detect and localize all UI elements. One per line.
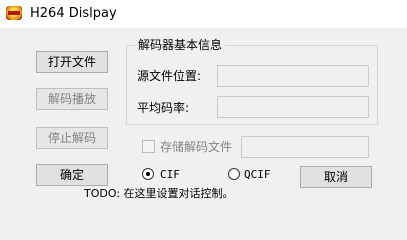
store-decoded-file-checkbox[interactable] (142, 140, 155, 153)
dialog-window: H264 Dislpay 打开文件 解码播放 停止解码 确定 解码器基本信息 源… (0, 0, 407, 220)
title-bar[interactable]: H264 Dislpay (0, 0, 407, 28)
avg-bitrate-field[interactable] (217, 96, 369, 118)
source-position-field[interactable] (217, 65, 369, 87)
decode-play-button[interactable]: 解码播放 (36, 88, 108, 110)
cancel-button[interactable]: 取消 (300, 166, 372, 188)
todo-text: TODO: 在这里设置对话控制。 (84, 187, 234, 200)
open-file-button[interactable]: 打开文件 (36, 51, 108, 73)
cif-radio[interactable] (142, 168, 154, 180)
confirm-button[interactable]: 确定 (36, 164, 108, 186)
source-position-label: 源文件位置: (137, 69, 202, 83)
cif-radio-label: CIF (160, 168, 180, 181)
store-decoded-file-label: 存储解码文件 (160, 140, 233, 154)
avg-bitrate-label: 平均码率: (137, 101, 190, 115)
decoder-info-group-title: 解码器基本信息 (135, 38, 226, 52)
qcif-radio-label: QCIF (244, 168, 271, 181)
qcif-radio[interactable] (228, 168, 240, 180)
store-path-field[interactable] (241, 136, 369, 158)
app-icon (6, 6, 22, 20)
window-title: H264 Dislpay (30, 6, 117, 21)
stop-decode-button[interactable]: 停止解码 (36, 127, 108, 149)
